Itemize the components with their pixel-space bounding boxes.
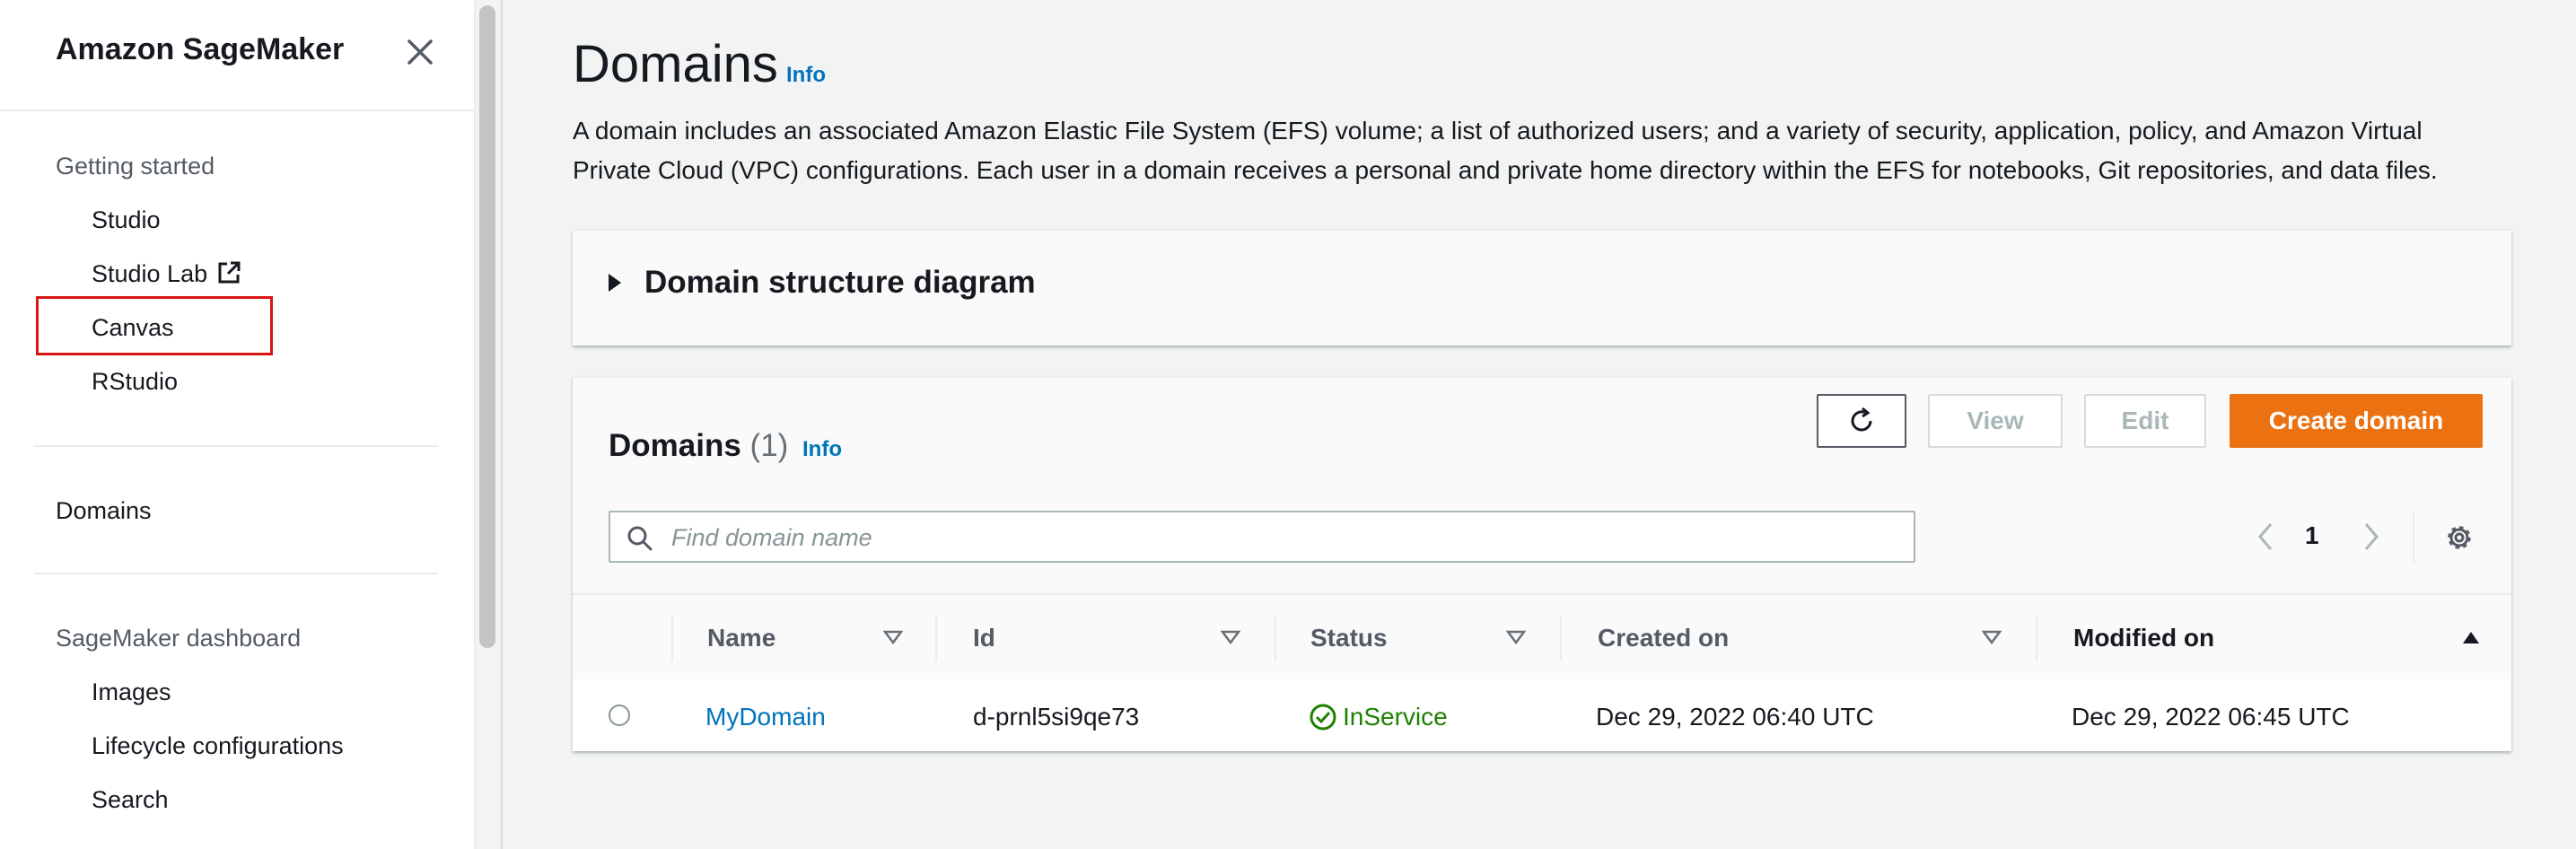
column-divider xyxy=(1275,615,1276,661)
sort-down-icon[interactable] xyxy=(1981,629,2002,650)
domains-table-heading: Domains (1) xyxy=(609,428,788,464)
sidebar-item-images[interactable]: Images xyxy=(92,678,171,706)
domain-id: d-prnl5si9qe73 xyxy=(973,703,1140,731)
pager-divider xyxy=(2413,512,2414,563)
modified-on-value: Dec 29, 2022 06:45 UTC xyxy=(2072,703,2350,731)
previous-page-icon[interactable] xyxy=(2255,521,2276,556)
search-icon xyxy=(626,525,653,556)
sort-up-icon[interactable] xyxy=(2461,629,2481,650)
sort-down-icon[interactable] xyxy=(1220,629,1241,650)
refresh-button[interactable] xyxy=(1817,394,1906,448)
sidebar-title: Amazon SageMaker xyxy=(56,32,345,66)
gear-icon[interactable] xyxy=(2441,520,2477,560)
column-header-name[interactable]: Name xyxy=(707,624,775,652)
domains-info-link[interactable]: Info xyxy=(802,437,842,462)
highlight-annotation xyxy=(36,296,273,355)
page-number[interactable]: 1 xyxy=(2305,521,2319,550)
column-header-modified-on[interactable]: Modified on xyxy=(2073,624,2214,652)
row-select-radio[interactable] xyxy=(609,705,630,726)
sidebar-section-sagemaker-dashboard: SageMaker dashboard xyxy=(56,625,302,652)
column-divider xyxy=(1560,615,1562,661)
sidebar-item-studio-lab[interactable]: Studio Lab xyxy=(92,260,241,292)
domain-structure-title: Domain structure diagram xyxy=(644,265,1036,300)
check-circle-icon xyxy=(1310,704,1336,731)
search-field[interactable] xyxy=(609,511,1915,563)
domains-table-panel: Domains (1) Info View Edit Create domain… xyxy=(573,377,2511,751)
status-text: InService xyxy=(1343,703,1448,731)
domain-structure-toggle[interactable]: Domain structure diagram xyxy=(609,265,1036,301)
refresh-icon xyxy=(1851,407,1872,432)
next-page-icon[interactable] xyxy=(2361,521,2382,556)
sidebar-item-label: Studio Lab xyxy=(92,260,208,287)
close-icon[interactable] xyxy=(400,32,440,72)
table-header: Name Id Status Created on Modified on xyxy=(573,593,2511,683)
caret-right-icon xyxy=(609,274,621,292)
sidebar-header: Amazon SageMaker xyxy=(0,0,474,111)
table-row: MyDomain d-prnl5si9qe73 InService Dec 29… xyxy=(573,679,2511,751)
page-description: A domain includes an associated Amazon E… xyxy=(573,117,2438,184)
column-header-status[interactable]: Status xyxy=(1310,624,1388,652)
created-on-value: Dec 29, 2022 06:40 UTC xyxy=(1596,703,1874,731)
external-link-icon xyxy=(216,260,241,292)
column-header-created-on[interactable]: Created on xyxy=(1598,624,1729,652)
column-divider xyxy=(2036,615,2037,661)
sidebar-item-lifecycle-configurations[interactable]: Lifecycle configurations xyxy=(92,732,344,760)
status-badge: InService xyxy=(1309,703,1448,731)
sidebar-item-domains[interactable]: Domains xyxy=(56,497,152,525)
sort-down-icon[interactable] xyxy=(1505,629,1527,650)
domain-name-link[interactable]: MyDomain xyxy=(705,703,826,731)
domains-table-title: Domains xyxy=(609,428,741,463)
create-domain-button[interactable]: Create domain xyxy=(2230,394,2483,448)
page-title: Domains xyxy=(573,35,778,93)
sidebar-item-rstudio[interactable]: RStudio xyxy=(92,368,178,396)
domains-count: (1) xyxy=(749,428,789,463)
column-divider xyxy=(935,615,937,661)
sidebar-section-getting-started: Getting started xyxy=(56,153,215,179)
sidebar-item-search[interactable]: Search xyxy=(92,786,169,814)
sidebar-divider xyxy=(34,445,438,447)
domain-structure-panel: Domain structure diagram xyxy=(573,230,2511,346)
sidebar-scrollbar-thumb[interactable] xyxy=(479,5,495,648)
edit-button[interactable]: Edit xyxy=(2084,394,2206,448)
view-button[interactable]: View xyxy=(1928,394,2063,448)
sidebar-item-studio[interactable]: Studio xyxy=(92,206,161,234)
sort-down-icon[interactable] xyxy=(882,629,904,650)
sidebar-divider xyxy=(34,573,438,574)
column-header-id[interactable]: Id xyxy=(973,624,995,652)
side-navigation: Amazon SageMaker Getting started Studio … xyxy=(0,0,476,849)
column-divider xyxy=(671,615,673,661)
search-input[interactable] xyxy=(670,520,1894,556)
page-info-link[interactable]: Info xyxy=(786,63,826,88)
